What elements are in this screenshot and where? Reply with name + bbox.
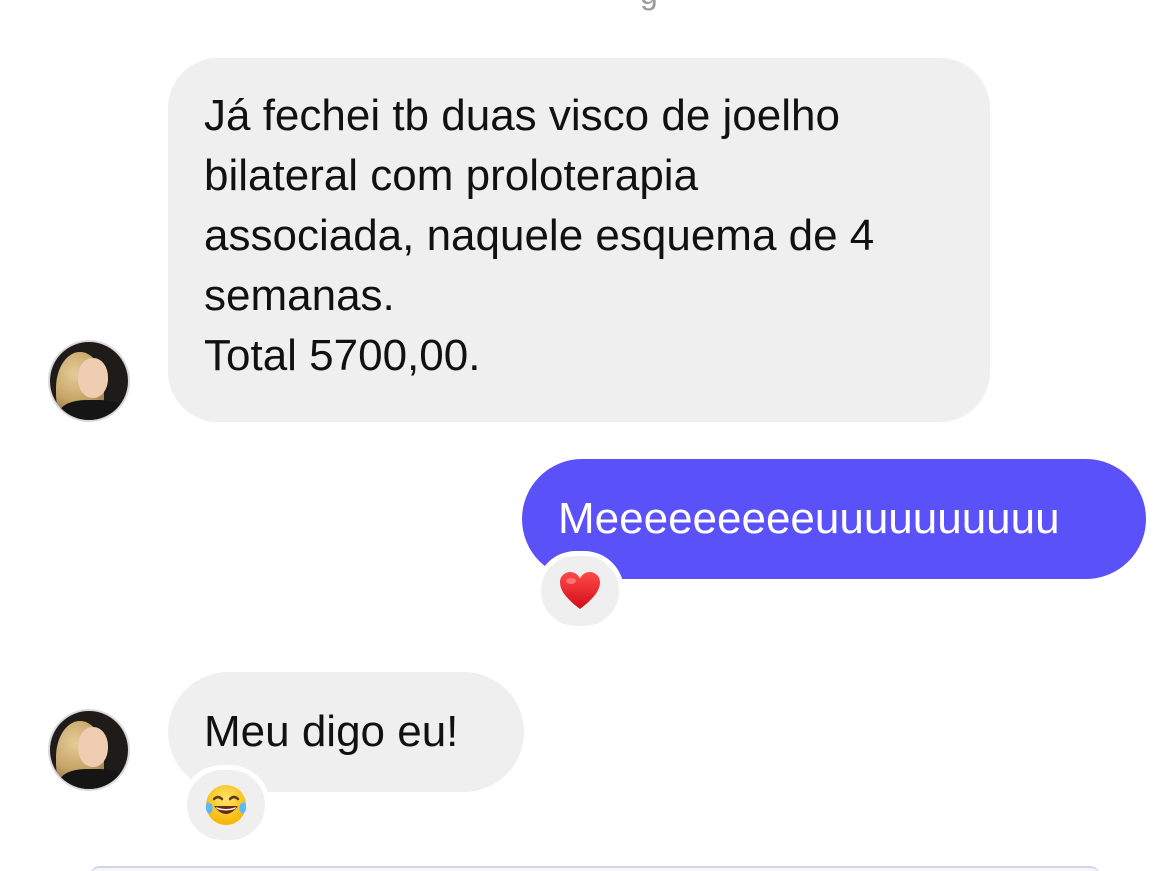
heart-icon — [560, 572, 600, 609]
message-text-line: Já fechei tb duas visco de joelho — [204, 91, 840, 140]
reaction-badge[interactable] — [182, 765, 270, 845]
contact-avatar[interactable] — [48, 340, 130, 422]
message-text-line: bilateral com proloterapia — [204, 151, 699, 200]
contact-avatar[interactable] — [48, 709, 130, 791]
message-composer-edge[interactable] — [90, 866, 1100, 871]
chat-thread: g Já fechei tb duas visco de joelho bila… — [0, 0, 1170, 871]
message-text-line: semanas. — [204, 271, 395, 320]
message-bubble-sent[interactable]: Meeeeeeeeeuuuuuuuuuu — [522, 459, 1146, 579]
reaction-badge[interactable] — [536, 551, 624, 631]
message-text-line: associada, naquele esquema de 4 — [204, 211, 875, 260]
message-text: Meu digo eu! — [204, 707, 459, 756]
message-bubble-received[interactable]: Já fechei tb duas visco de joelho bilate… — [168, 58, 990, 422]
timestamp-fragment: g — [640, 0, 680, 9]
laugh-icon — [205, 785, 247, 825]
message-text-line: Total 5700,00. — [204, 331, 481, 380]
message-text: Meeeeeeeeeuuuuuuuuuu — [558, 494, 1060, 543]
